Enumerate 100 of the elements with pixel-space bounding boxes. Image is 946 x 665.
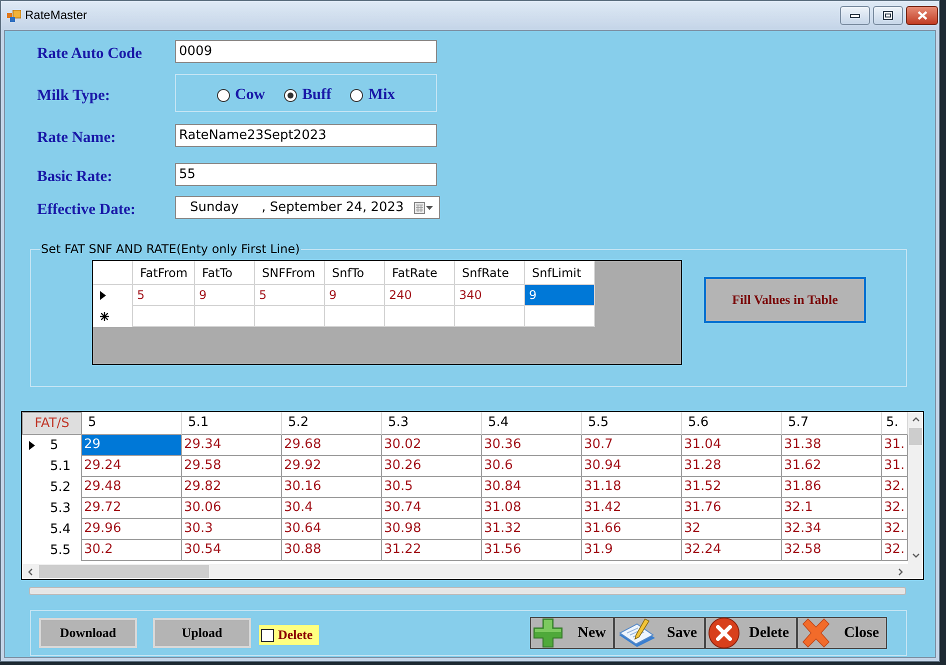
radio-button[interactable]: Mix — [350, 86, 396, 104]
delete-button[interactable]: Delete — [705, 617, 797, 649]
column-header[interactable]: 5.2 — [282, 412, 382, 435]
text-field[interactable]: RateName23Sept2023 — [175, 124, 437, 147]
table-cell: 31.52 — [682, 477, 782, 498]
minimize-button[interactable] — [840, 6, 870, 25]
row-label: 5.1 — [50, 458, 71, 474]
field-label: Rate Auto Code — [37, 45, 142, 63]
grid-corner — [93, 261, 133, 285]
delete-checkbox[interactable]: Delete — [259, 625, 319, 645]
table-cell: 30.6 — [482, 456, 582, 477]
table-cell: 31.62 — [782, 456, 882, 477]
close-button[interactable] — [906, 6, 938, 25]
row-label: 5 — [50, 438, 58, 454]
new-button[interactable]: New — [530, 617, 614, 649]
window-title: RateMaster — [25, 8, 88, 22]
close-button[interactable]: Close — [797, 617, 887, 649]
scroll-thumb[interactable] — [39, 565, 209, 578]
notepad-pencil-icon — [617, 618, 657, 648]
text-field[interactable]: 55 — [175, 163, 437, 186]
table-cell: 31.86 — [782, 477, 882, 498]
column-header[interactable]: 5.1 — [182, 412, 282, 435]
upload-button[interactable]: Upload — [153, 618, 251, 648]
column-header[interactable]: FatTo — [195, 261, 255, 285]
table-cell: 32.34 — [782, 519, 882, 540]
chevron-left-icon[interactable] — [26, 568, 34, 576]
column-header[interactable]: 5.6 — [682, 412, 782, 435]
column-header[interactable]: SnfTo — [325, 261, 385, 285]
table-cell: 31.08 — [482, 498, 582, 519]
table-cell: 29.34 — [182, 435, 282, 456]
row-header[interactable] — [93, 306, 133, 327]
table-cell: 30.2 — [82, 540, 182, 561]
field-label: Basic Rate: — [37, 168, 112, 186]
column-header[interactable]: SNFFrom — [255, 261, 325, 285]
table-cell: 32.1 — [782, 498, 882, 519]
table-cell: 31.66 — [582, 519, 682, 540]
column-header[interactable]: 5.4 — [482, 412, 582, 435]
caret-icon[interactable] — [426, 206, 433, 210]
table-cell — [455, 306, 525, 327]
table-cell: 30.4 — [282, 498, 382, 519]
row-header[interactable] — [93, 285, 133, 306]
table-cell: 30.5 — [382, 477, 482, 498]
calendar-icon — [414, 202, 425, 214]
table-cell: 32. — [882, 477, 908, 498]
table-cell: 30.02 — [382, 435, 482, 456]
field-label: Rate Name: — [37, 129, 116, 147]
column-header[interactable]: 5 — [82, 412, 182, 435]
chevron-right-icon[interactable] — [896, 568, 904, 576]
table-cell: 30.74 — [382, 498, 482, 519]
table-cell: 31.18 — [582, 477, 682, 498]
column-header[interactable]: 5.5 — [582, 412, 682, 435]
horizontal-scrollbar[interactable] — [22, 564, 908, 579]
table-cell: 31.42 — [582, 498, 682, 519]
table-cell — [255, 306, 325, 327]
chevron-up-icon[interactable] — [912, 416, 920, 424]
maximize-button[interactable] — [873, 6, 903, 25]
table-cell: 29 — [82, 435, 182, 456]
table-cell: 30.64 — [282, 519, 382, 540]
corner-header[interactable]: FAT/S — [22, 412, 82, 435]
row-label: 5.5 — [50, 542, 71, 558]
column-header[interactable]: 5.3 — [382, 412, 482, 435]
row-pointer-icon — [100, 291, 106, 300]
plus-icon — [533, 618, 563, 648]
table-cell: 30.84 — [482, 477, 582, 498]
radio-button[interactable]: Cow — [216, 86, 266, 104]
table-cell: 240 — [385, 285, 455, 306]
download-button[interactable]: Download — [39, 618, 137, 648]
table-cell: 29.68 — [282, 435, 382, 456]
table-cell: 32. — [882, 540, 908, 561]
table-cell: 31. — [882, 456, 908, 477]
column-header[interactable]: 5.7 — [782, 412, 882, 435]
table-cell: 9 — [325, 285, 385, 306]
table-cell: 30.3 — [182, 519, 282, 540]
chevron-down-icon[interactable] — [912, 552, 920, 560]
restore-icon — [883, 11, 893, 20]
table-cell — [385, 306, 455, 327]
table-cell: 30.94 — [582, 456, 682, 477]
x-circle-icon — [708, 617, 740, 649]
field-label: Milk Type: — [37, 86, 110, 104]
table-cell — [525, 306, 595, 327]
column-header[interactable]: FatFrom — [133, 261, 195, 285]
vertical-scrollbar[interactable] — [908, 412, 923, 564]
table-cell — [195, 306, 255, 327]
table-cell: 31. — [882, 435, 908, 456]
table-cell: 31.76 — [682, 498, 782, 519]
table-cell: 30.98 — [382, 519, 482, 540]
table-cell: 31.9 — [582, 540, 682, 561]
date-picker[interactable]: Sunday , September 24, 2023 — [175, 196, 440, 219]
scroll-thumb[interactable] — [909, 428, 922, 445]
table-cell — [133, 306, 195, 327]
column-header[interactable]: 5. — [882, 412, 908, 435]
column-header[interactable]: SnfLimit — [525, 261, 595, 285]
fill-values-button[interactable]: Fill Values in Table — [704, 277, 866, 323]
column-header[interactable]: SnfRate — [455, 261, 525, 285]
radio-button[interactable]: Buff — [284, 86, 332, 104]
table-cell: 29.96 — [82, 519, 182, 540]
save-button[interactable]: Save — [614, 617, 705, 649]
table-cell: 30.36 — [482, 435, 582, 456]
text-field[interactable]: 0009 — [175, 40, 437, 63]
column-header[interactable]: FatRate — [385, 261, 455, 285]
